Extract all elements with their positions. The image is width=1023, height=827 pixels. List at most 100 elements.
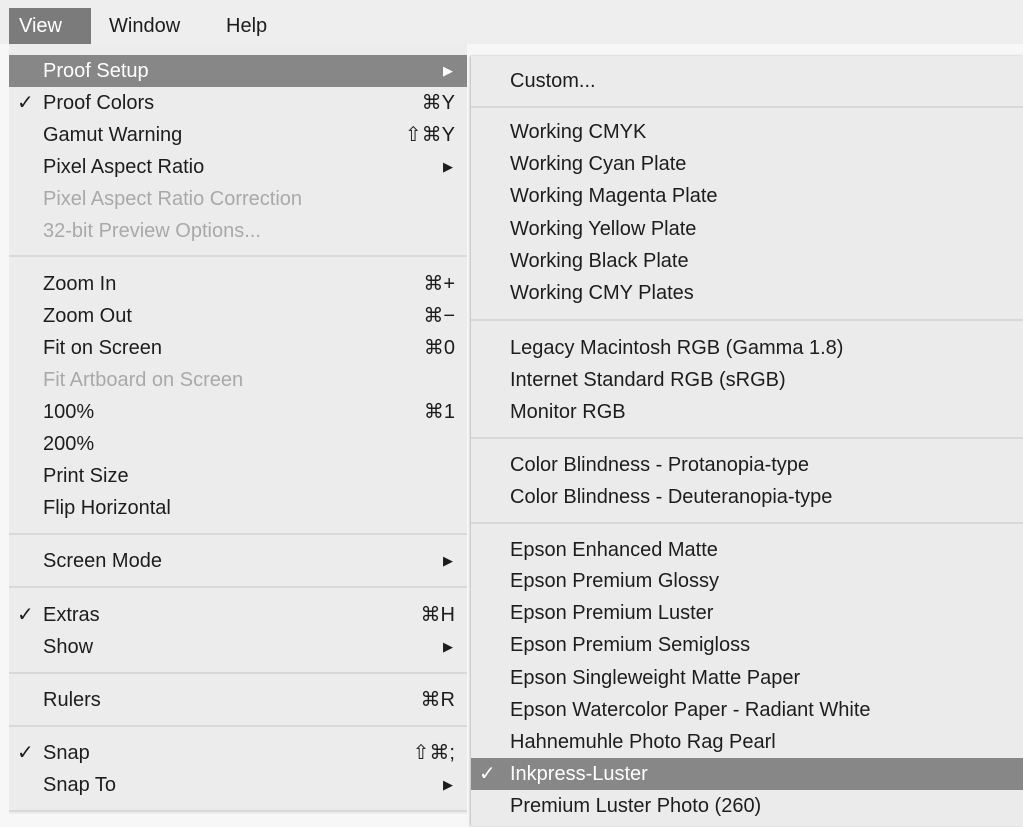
menu-item-rulers[interactable]: Rulers ⌘R bbox=[9, 684, 467, 716]
menu-separator bbox=[471, 437, 1023, 439]
submenu-arrow-icon: ▶ bbox=[443, 777, 453, 792]
checkmark-icon: ✓ bbox=[479, 763, 496, 785]
menu-separator bbox=[471, 319, 1023, 321]
menu-item-label: Pixel Aspect Ratio bbox=[43, 156, 205, 178]
menu-item-label: Proof Colors bbox=[43, 92, 155, 114]
menu-window[interactable]: Window bbox=[99, 8, 190, 44]
submenu-item-working-cmyk[interactable]: Working CMYK bbox=[471, 116, 1023, 148]
menu-item-label: 200% bbox=[43, 433, 95, 455]
menu-item-shortcut: ⌘H bbox=[420, 604, 455, 626]
menu-item-label: Legacy Macintosh RGB (Gamma 1.8) bbox=[510, 337, 844, 359]
menu-item-shortcut: ⌘− bbox=[423, 305, 455, 327]
menu-item-shortcut: ⌘Y bbox=[421, 92, 455, 114]
menu-item-flip-horizontal[interactable]: Flip Horizontal bbox=[9, 492, 467, 524]
submenu-item-epson-watercolor[interactable]: Epson Watercolor Paper - Radiant White bbox=[471, 694, 1023, 726]
menu-item-label: Extras bbox=[43, 604, 100, 626]
menu-item-zoom-100[interactable]: 100% ⌘1 bbox=[9, 396, 467, 428]
menu-item-label: Snap bbox=[43, 742, 90, 764]
menu-item-zoom-200[interactable]: 200% bbox=[9, 428, 467, 460]
menu-item-screen-mode[interactable]: Screen Mode ▶ bbox=[9, 545, 467, 577]
menu-item-shortcut: ⇧⌘Y bbox=[404, 124, 455, 146]
menu-item-label: Epson Enhanced Matte bbox=[510, 539, 718, 561]
submenu-item-working-yellow-plate[interactable]: Working Yellow Plate bbox=[471, 213, 1023, 245]
checkmark-icon: ✓ bbox=[17, 92, 34, 114]
menu-item-label: Show bbox=[43, 636, 94, 658]
view-menu: Proof Setup ▶ ✓ Proof Colors ⌘Y Gamut Wa… bbox=[9, 44, 467, 814]
menu-item-fit-artboard-on-screen: Fit Artboard on Screen bbox=[9, 364, 467, 396]
menu-separator bbox=[9, 586, 467, 588]
submenu-item-premium-luster-photo[interactable]: Premium Luster Photo (260) bbox=[471, 790, 1023, 822]
menu-bar: View Window Help bbox=[0, 0, 1023, 44]
menu-item-label: Zoom Out bbox=[43, 305, 132, 327]
submenu-arrow-icon: ▶ bbox=[443, 63, 453, 78]
menu-item-32bit-preview-options: 32-bit Preview Options... bbox=[9, 215, 467, 247]
submenu-arrow-icon: ▶ bbox=[443, 159, 453, 174]
menu-item-label: Internet Standard RGB (sRGB) bbox=[510, 369, 786, 391]
menu-item-label: Fit Artboard on Screen bbox=[43, 369, 244, 391]
submenu-item-epson-singleweight-matte[interactable]: Epson Singleweight Matte Paper bbox=[471, 662, 1023, 694]
menu-item-print-size[interactable]: Print Size bbox=[9, 460, 467, 492]
submenu-item-epson-enhanced-matte[interactable]: Epson Enhanced Matte bbox=[471, 534, 1023, 566]
submenu-item-internet-srgb[interactable]: Internet Standard RGB (sRGB) bbox=[471, 364, 1023, 396]
menu-item-label: Working Yellow Plate bbox=[510, 218, 697, 240]
menu-view[interactable]: View bbox=[9, 8, 91, 44]
submenu-arrow-icon: ▶ bbox=[443, 553, 453, 568]
menu-item-label: Print Size bbox=[43, 465, 129, 487]
menu-item-zoom-in[interactable]: Zoom In ⌘+ bbox=[9, 268, 467, 300]
submenu-item-deuteranopia[interactable]: Color Blindness - Deuteranopia-type bbox=[471, 481, 1023, 513]
menu-item-label: Monitor RGB bbox=[510, 401, 626, 423]
menu-item-shortcut: ⌘1 bbox=[423, 401, 455, 423]
menu-item-label: Premium Luster Photo (260) bbox=[510, 795, 762, 817]
menu-item-extras[interactable]: ✓ Extras ⌘H bbox=[9, 599, 467, 631]
menu-item-label: Hahnemuhle Photo Rag Pearl bbox=[510, 731, 776, 753]
menu-item-label: 100% bbox=[43, 401, 95, 423]
menu-item-label: Working CMYK bbox=[510, 121, 647, 143]
menu-separator bbox=[9, 672, 467, 674]
menu-separator bbox=[471, 106, 1023, 108]
menu-item-label: Epson Watercolor Paper - Radiant White bbox=[510, 699, 871, 721]
menu-item-label: 32-bit Preview Options... bbox=[43, 220, 261, 242]
menu-item-pixel-aspect-ratio[interactable]: Pixel Aspect Ratio ▶ bbox=[9, 151, 467, 183]
submenu-item-epson-premium-luster[interactable]: Epson Premium Luster bbox=[471, 597, 1023, 629]
menu-item-snap-to[interactable]: Snap To ▶ bbox=[9, 769, 467, 801]
menu-item-label: Epson Premium Glossy bbox=[510, 570, 719, 592]
menu-separator bbox=[9, 255, 467, 257]
submenu-item-working-cyan-plate[interactable]: Working Cyan Plate bbox=[471, 148, 1023, 180]
menu-item-label: Snap To bbox=[43, 774, 117, 796]
menu-item-gamut-warning[interactable]: Gamut Warning ⇧⌘Y bbox=[9, 119, 467, 151]
checkmark-icon: ✓ bbox=[17, 742, 34, 764]
menu-item-snap[interactable]: ✓ Snap ⇧⌘; bbox=[9, 737, 467, 769]
menu-item-label: Inkpress-Luster bbox=[510, 763, 648, 785]
menu-item-proof-colors[interactable]: ✓ Proof Colors ⌘Y bbox=[9, 87, 467, 119]
menu-item-shortcut: ⌘0 bbox=[423, 337, 455, 359]
submenu-item-epson-premium-glossy[interactable]: Epson Premium Glossy bbox=[471, 565, 1023, 597]
menu-item-label: Epson Premium Semigloss bbox=[510, 634, 751, 656]
menu-item-label: Custom... bbox=[510, 70, 596, 92]
submenu-item-legacy-mac-rgb[interactable]: Legacy Macintosh RGB (Gamma 1.8) bbox=[471, 332, 1023, 364]
menu-item-pixel-aspect-ratio-correction: Pixel Aspect Ratio Correction bbox=[9, 183, 467, 215]
menu-item-label: Gamut Warning bbox=[43, 124, 183, 146]
submenu-item-hahnemuhle[interactable]: Hahnemuhle Photo Rag Pearl bbox=[471, 726, 1023, 758]
submenu-item-working-cmy-plates[interactable]: Working CMY Plates bbox=[471, 277, 1023, 309]
menu-item-proof-setup[interactable]: Proof Setup ▶ bbox=[9, 55, 467, 87]
submenu-item-epson-premium-semigloss[interactable]: Epson Premium Semigloss bbox=[471, 629, 1023, 661]
menu-item-label: Epson Premium Luster bbox=[510, 602, 714, 624]
menu-item-fit-on-screen[interactable]: Fit on Screen ⌘0 bbox=[9, 332, 467, 364]
menu-item-label: Fit on Screen bbox=[43, 337, 162, 359]
menu-separator bbox=[9, 810, 467, 812]
submenu-item-protanopia[interactable]: Color Blindness - Protanopia-type bbox=[471, 449, 1023, 481]
menu-help[interactable]: Help bbox=[216, 8, 277, 44]
submenu-item-monitor-rgb[interactable]: Monitor RGB bbox=[471, 396, 1023, 428]
submenu-item-custom[interactable]: Custom... bbox=[471, 65, 1023, 97]
submenu-item-working-magenta-plate[interactable]: Working Magenta Plate bbox=[471, 180, 1023, 212]
submenu-item-inkpress-luster[interactable]: ✓ Inkpress-Luster bbox=[471, 758, 1023, 790]
menu-item-label: Working CMY Plates bbox=[510, 282, 694, 304]
submenu-item-working-black-plate[interactable]: Working Black Plate bbox=[471, 245, 1023, 277]
menu-item-label: Color Blindness - Deuteranopia-type bbox=[510, 486, 833, 508]
menu-item-label: Zoom In bbox=[43, 273, 117, 295]
menu-item-label: Color Blindness - Protanopia-type bbox=[510, 454, 810, 476]
menu-separator bbox=[471, 522, 1023, 524]
menu-item-zoom-out[interactable]: Zoom Out ⌘− bbox=[9, 300, 467, 332]
menu-item-shortcut: ⌘+ bbox=[423, 273, 455, 295]
menu-item-show[interactable]: Show ▶ bbox=[9, 631, 467, 663]
